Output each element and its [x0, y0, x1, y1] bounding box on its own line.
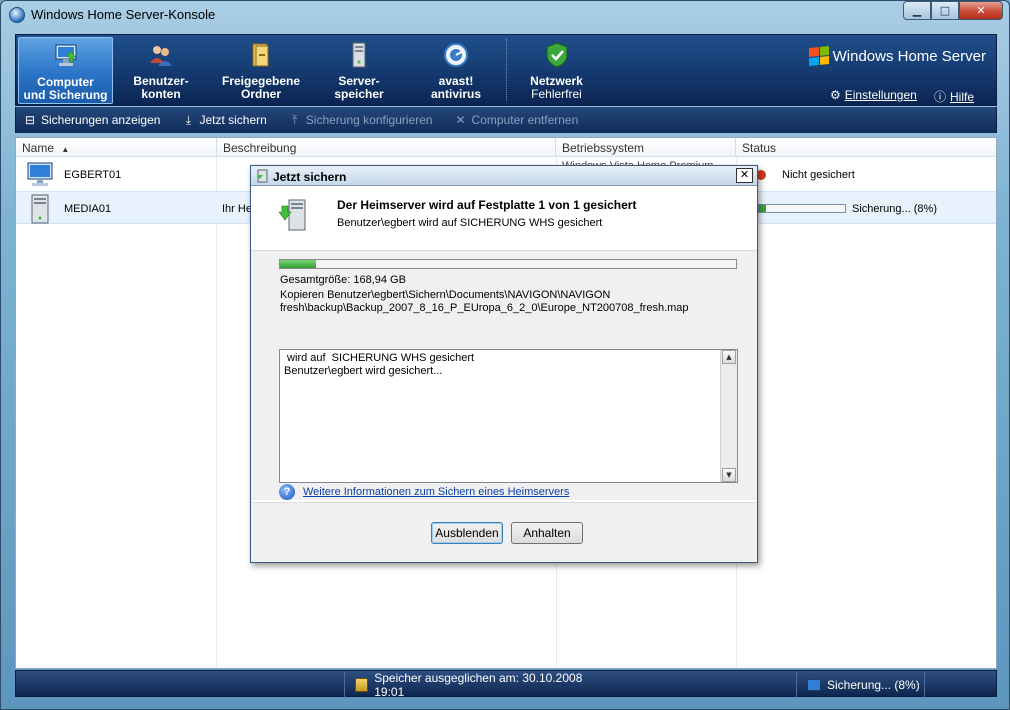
- server-icon: [352, 42, 366, 68]
- backup-status[interactable]: Sicherung... (8%): [796, 671, 924, 698]
- dialog-title-bar[interactable]: Jetzt sichern ✕: [251, 166, 757, 186]
- backup-now-button[interactable]: ⤓ Jetzt sichern: [174, 107, 274, 133]
- windows-home-server-logo: Windows Home Server: [808, 45, 986, 67]
- backup-dialog-icon: [257, 169, 268, 183]
- more-info-link[interactable]: Weitere Informationen zum Sichern eines …: [303, 486, 569, 498]
- remove-computer-label: Computer entfernen: [471, 113, 579, 127]
- total-size-text: Gesamtgröße: 168,94 GB: [280, 274, 406, 286]
- desktop-computer-icon: [27, 162, 53, 186]
- tab-avast-antivirus-label: avast! antivirus: [430, 74, 481, 101]
- tab-user-accounts[interactable]: Benutzer- konten: [126, 37, 196, 104]
- dialog-subheading: Benutzer\egbert wird auf SICHERUNG WHS g…: [337, 217, 603, 229]
- users-icon: [150, 46, 172, 66]
- view-backups-label: Sicherungen anzeigen: [41, 113, 161, 127]
- shield-check-icon: [546, 42, 567, 68]
- column-header-name[interactable]: Name ▲: [16, 138, 217, 157]
- window-title: Windows Home Server-Konsole: [31, 7, 216, 22]
- storage-balance-status: Speicher ausgeglichen am: 30.10.2008 19:…: [344, 670, 600, 699]
- hide-button[interactable]: Ausblenden: [431, 522, 503, 544]
- help-info: ? Weitere Informationen zum Sichern eine…: [279, 484, 569, 500]
- storage-balance-text: Speicher ausgeglichen am: 30.10.2008 19:…: [374, 670, 583, 699]
- row-backup-progress: [758, 204, 846, 213]
- scroll-down-button[interactable]: ▼: [722, 468, 736, 482]
- copying-file-text: Kopieren Benutzer\egbert\Sichern\Documen…: [280, 289, 689, 314]
- storage-icon: [355, 677, 369, 692]
- tab-avast-antivirus[interactable]: avast! antivirus: [421, 37, 491, 104]
- remove-icon: ✕: [455, 113, 466, 127]
- backup-now-icon: ⤓: [185, 113, 192, 127]
- status-text: Sicherung... (8%): [852, 202, 937, 215]
- dialog-title: Jetzt sichern: [273, 170, 347, 184]
- backup-log[interactable]: wird auf SICHERUNG WHS gesichert Benutze…: [279, 349, 738, 483]
- configure-icon: ⤒: [292, 113, 298, 127]
- tab-server-storage[interactable]: Server- speicher: [324, 37, 394, 104]
- tab-computer-backup[interactable]: Computer und Sicherung: [18, 37, 113, 104]
- home-server-app-icon: [9, 7, 25, 23]
- view-backups-button[interactable]: ⊟ Sicherungen anzeigen: [16, 107, 168, 133]
- tab-shared-folders[interactable]: Freigegebene Ordner: [216, 37, 306, 104]
- question-icon: ?: [279, 484, 295, 500]
- column-header-description[interactable]: Beschreibung: [217, 138, 556, 157]
- network-status[interactable]: Netzwerk Fehlerfrei: [519, 37, 594, 104]
- close-button[interactable]: ✕: [959, 1, 1003, 20]
- configure-backup-button[interactable]: ⤒ Sicherung konfigurieren: [281, 107, 441, 133]
- log-content: wird auf SICHERUNG WHS gesichert Benutze…: [284, 352, 720, 378]
- brand-text: Windows Home Server: [832, 47, 986, 65]
- help-link[interactable]: ⓘ Hilfe: [934, 88, 974, 105]
- backups-icon: ⊟: [24, 113, 36, 127]
- backup-status-icon: [807, 678, 821, 691]
- tab-server-storage-label: Server- speicher: [334, 74, 384, 101]
- help-label: Hilfe: [950, 89, 975, 104]
- column-header-os[interactable]: Betriebssystem: [556, 138, 736, 157]
- maximize-button[interactable]: □: [931, 1, 959, 20]
- column-divider: [216, 158, 217, 668]
- windows-flag-icon: [808, 45, 829, 67]
- dialog-close-button[interactable]: ✕: [736, 168, 753, 183]
- dialog-footer: Ausblenden Anhalten: [251, 502, 757, 562]
- status-bar: Speicher ausgeglichen am: 30.10.2008 19:…: [15, 670, 998, 699]
- folder-icon: [252, 43, 269, 67]
- help-icon: ⓘ: [934, 90, 947, 104]
- backup-status-text: Sicherung... (8%): [827, 677, 920, 692]
- backup-now-label: Jetzt sichern: [199, 113, 267, 127]
- column-name-label: Name: [22, 141, 55, 155]
- remove-computer-button[interactable]: ✕ Computer entfernen: [447, 107, 587, 133]
- tower-computer-icon: [31, 194, 49, 223]
- status-text: Nicht gesichert: [782, 168, 855, 181]
- settings-link[interactable]: ⚙ Einstellungen: [830, 88, 917, 102]
- log-scrollbar[interactable]: ▲ ▼: [720, 350, 737, 482]
- minimize-button[interactable]: ▁: [903, 1, 931, 20]
- dialog-heading: Der Heimserver wird auf Festplatte 1 von…: [337, 198, 637, 212]
- dialog-body: Gesamtgröße: 168,94 GB Kopieren Benutzer…: [251, 250, 757, 500]
- scroll-up-button[interactable]: ▲: [722, 350, 736, 364]
- settings-gear-icon: ⚙: [830, 88, 841, 102]
- computer-name: MEDIA01: [64, 202, 112, 215]
- backup-now-dialog: Jetzt sichern ✕ Der Heimserver wird auf …: [250, 165, 758, 563]
- log-line: Benutzer\egbert wird gesichert...: [284, 365, 443, 377]
- toolbar: ⊟ Sicherungen anzeigen ⤓ Jetzt sichern ⤒…: [15, 107, 997, 133]
- window-controls: ▁ □ ✕: [903, 1, 1003, 20]
- navigation-bar: Computer und Sicherung Benutzer- konten …: [15, 34, 997, 106]
- settings-label: Einstellungen: [844, 88, 917, 102]
- log-line: wird auf SICHERUNG WHS gesichert: [284, 352, 475, 364]
- network-status-text: Fehlerfrei: [531, 87, 582, 101]
- computer-icon: [55, 44, 77, 66]
- backup-server-icon: [278, 199, 306, 231]
- tab-computer-backup-label: Computer und Sicherung: [23, 75, 108, 102]
- avast-icon: [444, 43, 468, 67]
- backup-progress-bar: [279, 259, 737, 269]
- configure-backup-label: Sicherung konfigurieren: [305, 113, 433, 127]
- dialog-header: Der Heimserver wird auf Festplatte 1 von…: [251, 186, 757, 250]
- nav-separator: [506, 39, 507, 101]
- stop-button[interactable]: Anhalten: [511, 522, 583, 544]
- status-bar-empty-segment: [924, 671, 998, 698]
- title-bar[interactable]: Windows Home Server-Konsole ▁ □ ✕: [1, 1, 1009, 29]
- computer-name: EGBERT01: [64, 168, 122, 181]
- sort-ascending-icon: ▲: [61, 145, 70, 154]
- tab-shared-folders-label: Freigegebene Ordner: [221, 74, 301, 101]
- tab-user-accounts-label: Benutzer- konten: [133, 74, 189, 101]
- column-header-status[interactable]: Status: [736, 138, 996, 157]
